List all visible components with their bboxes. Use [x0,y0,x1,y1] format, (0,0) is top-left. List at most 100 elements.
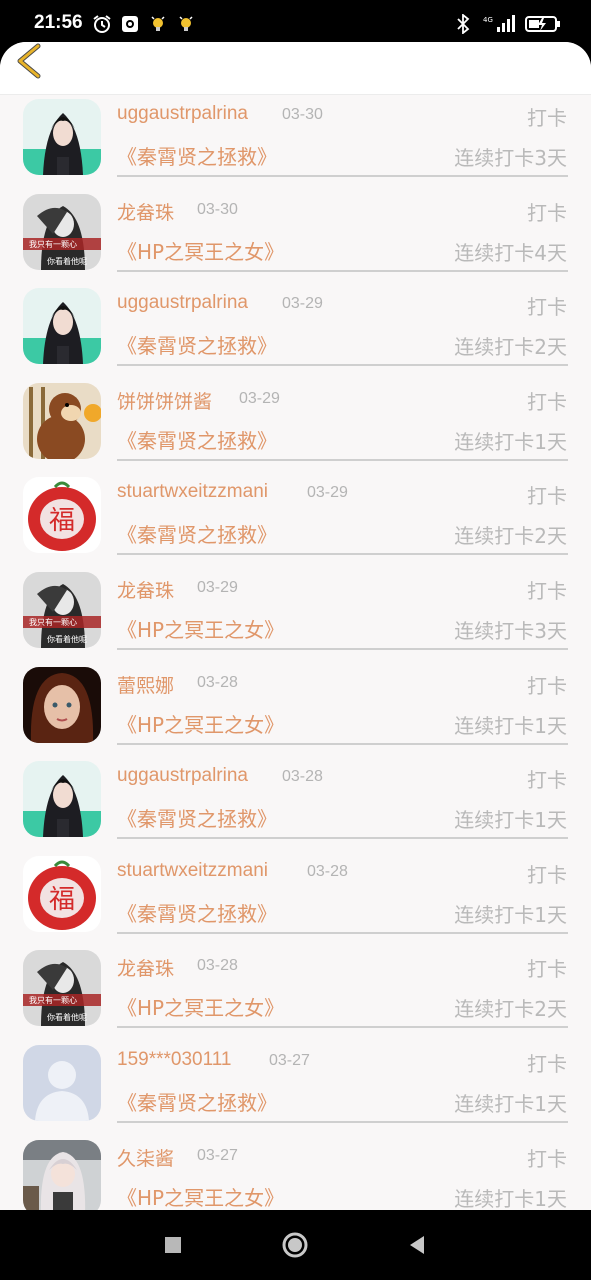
checkin-date: 03-27 [197,1146,238,1164]
divider [117,175,568,177]
bluetooth-icon [453,14,473,34]
user-name[interactable]: uggaustrpalrina [117,292,248,314]
avatar[interactable] [23,761,101,838]
user-name[interactable]: 龙畚珠 [117,198,174,225]
list-item[interactable]: 久柒酱 03-27 打卡 《HP之冥王之女》 连续打卡1天 [0,1136,591,1210]
avatar[interactable] [23,1044,101,1121]
svg-text:你看着他呢: 你看着他呢 [47,634,87,644]
signal-4g-icon: 4G [483,14,515,34]
avatar[interactable] [23,288,101,365]
avatar[interactable]: 福 [23,855,101,932]
divider [117,837,568,840]
divider [117,269,568,272]
alarm-icon [92,14,112,34]
avatar[interactable]: 我只有一颗心 你看着他呢 [23,193,101,270]
divider [117,931,568,934]
system-nav-bar [0,1210,591,1280]
book-title[interactable]: 《秦霄贤之拯救》 [117,898,277,927]
streak-text: 连续打卡2天 [454,335,567,360]
book-title[interactable]: 《秦霄贤之拯救》 [117,330,277,359]
book-title[interactable]: 《秦霄贤之拯救》 [117,141,277,170]
list-item[interactable]: 福 stuartwxeitzzmani 03-28 打卡 《秦霄贤之拯救》 连续… [0,852,591,947]
divider [117,553,568,556]
list-item[interactable]: 福 stuartwxeitzzmani 03-29 打卡 《秦霄贤之拯救》 连续… [0,473,591,568]
list-item[interactable]: 我只有一颗心 你看着他呢 龙畚珠 03-29 打卡 《HP之冥王之女》 连续打卡… [0,568,591,663]
checkin-label: 打卡 [527,768,567,793]
avatar[interactable] [23,99,101,175]
avatar[interactable] [23,1139,101,1210]
home-button[interactable] [280,1230,310,1260]
user-name[interactable]: 龙畚珠 [117,576,174,603]
avatar[interactable]: 福 [23,477,101,554]
back-button[interactable] [10,42,50,82]
divider [117,364,568,367]
back-nav-button[interactable] [402,1230,432,1260]
user-name[interactable]: uggaustrpalrina [117,765,248,787]
book-title[interactable]: 《秦霄贤之拯救》 [117,1087,277,1116]
avatar[interactable]: 我只有一颗心 你看着他呢 [23,950,101,1027]
book-title[interactable]: 《秦霄贤之拯救》 [117,519,277,548]
user-name[interactable]: stuartwxeitzzmani [117,860,268,882]
avatar[interactable]: 我只有一颗心 你看着他呢 [23,571,101,648]
svg-text:你看着他呢: 你看着他呢 [47,256,87,266]
list-item[interactable]: uggaustrpalrina 03-29 打卡 《秦霄贤之拯救》 连续打卡2天 [0,284,591,379]
streak-text: 连续打卡1天 [454,713,567,738]
svg-text:你看着他呢: 你看着他呢 [47,1012,87,1022]
list-item[interactable]: uggaustrpalrina 03-28 打卡 《秦霄贤之拯救》 连续打卡1天 [0,757,591,852]
home-icon [282,1232,308,1258]
checkin-date: 03-29 [197,578,238,596]
status-icons-left [92,14,196,34]
checkin-date: 03-28 [197,957,238,975]
bulb-icon [176,14,196,34]
list-item[interactable]: 我只有一颗心 你看着他呢 龙畚珠 03-30 打卡 《HP之冥王之女》 连续打卡… [0,190,591,285]
checkin-label: 打卡 [527,389,567,414]
user-name[interactable]: 蕾熙娜 [117,671,174,698]
divider [117,742,568,745]
user-name[interactable]: 龙畚珠 [117,954,174,981]
checkin-date: 03-28 [307,862,348,880]
streak-text: 连续打卡2天 [454,524,567,549]
book-title[interactable]: 《HP之冥王之女》 [117,236,284,265]
book-title[interactable]: 《HP之冥王之女》 [117,992,284,1021]
streak-text: 连续打卡1天 [454,429,567,454]
checkin-date: 03-29 [239,389,280,407]
checkin-label: 打卡 [527,295,567,320]
user-name[interactable]: 久柒酱 [117,1144,174,1171]
checkin-date: 03-29 [282,295,323,313]
list-item[interactable]: 159***030111 03-27 打卡 《秦霄贤之拯救》 连续打卡1天 [0,1041,591,1136]
book-title[interactable]: 《HP之冥王之女》 [117,1182,284,1210]
recent-apps-icon [165,1237,181,1253]
list-item[interactable]: uggaustrpalrina 03-30 打卡 《秦霄贤之拯救》 连续打卡3天 [0,95,591,190]
book-title[interactable]: 《HP之冥王之女》 [117,709,284,738]
svg-text:福: 福 [49,506,75,536]
user-name[interactable]: stuartwxeitzzmani [117,481,268,503]
svg-text:福: 福 [49,885,75,915]
user-name[interactable]: 159***030111 [117,1049,231,1071]
list-item[interactable]: 我只有一颗心 你看着他呢 龙畚珠 03-28 打卡 《HP之冥王之女》 连续打卡… [0,946,591,1041]
streak-text: 连续打卡3天 [454,618,567,643]
book-title[interactable]: 《秦霄贤之拯救》 [117,803,277,832]
svg-text:我只有一颗心: 我只有一颗心 [29,239,77,249]
list-item[interactable]: 蕾熙娜 03-28 打卡 《HP之冥王之女》 连续打卡1天 [0,663,591,758]
book-title[interactable]: 《秦霄贤之拯救》 [117,425,277,454]
checkin-label: 打卡 [527,1051,567,1076]
streak-text: 连续打卡1天 [454,808,567,833]
list-item[interactable]: 饼饼饼饼酱 03-29 打卡 《秦霄贤之拯救》 连续打卡1天 [0,379,591,474]
checkin-label: 打卡 [527,957,567,982]
user-name[interactable]: uggaustrpalrina [117,103,248,125]
back-triangle-icon [410,1236,424,1254]
checkin-label: 打卡 [527,673,567,698]
streak-text: 连续打卡1天 [454,1186,567,1210]
divider [117,458,568,461]
divider [117,1120,568,1123]
user-name[interactable]: 饼饼饼饼酱 [117,387,212,414]
bulb-icon [148,14,168,34]
avatar[interactable] [23,666,101,743]
checkin-list: uggaustrpalrina 03-30 打卡 《秦霄贤之拯救》 连续打卡3天… [0,95,591,1210]
streak-text: 连续打卡1天 [454,1091,567,1116]
recent-apps-button[interactable] [158,1230,188,1260]
checkin-label: 打卡 [527,578,567,603]
book-title[interactable]: 《HP之冥王之女》 [117,614,284,643]
status-time: 21:56 [34,12,83,33]
avatar[interactable] [23,382,101,459]
